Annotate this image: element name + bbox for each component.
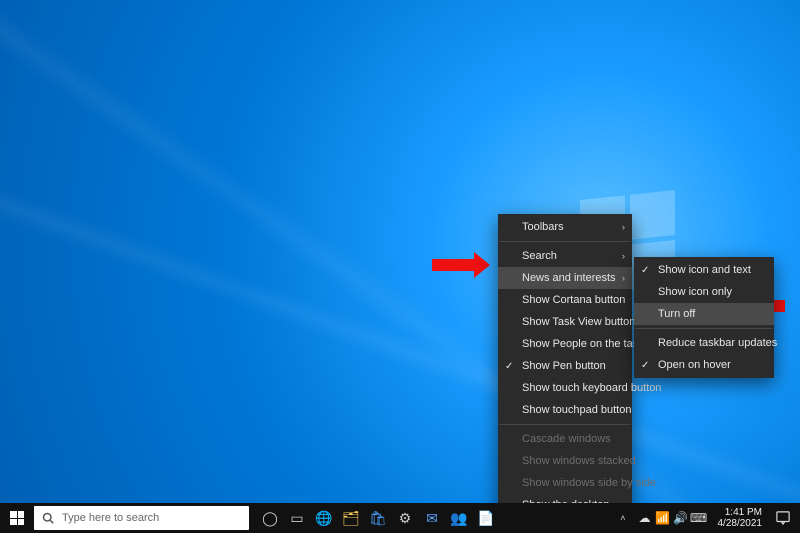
taskbar-app-teams[interactable]: 👥 xyxy=(446,503,472,533)
taskbar-app-mail[interactable]: ✉ xyxy=(419,503,445,533)
desktop-wallpaper: Toolbars › Search › News and interests › Show … xyxy=(0,0,800,533)
check-icon: ✓ xyxy=(505,361,513,372)
search-input[interactable]: Type here to search xyxy=(34,506,249,530)
taskbar-app-cortana[interactable]: ◯ xyxy=(257,503,283,533)
news-interests-submenu[interactable]: ✓ Show icon and text Show icon only Turn of… xyxy=(634,257,774,378)
taskbar-menu-item-show-touchpad-button[interactable]: Show touchpad button xyxy=(498,399,632,421)
news-submenu-item-show-icon-only[interactable]: Show icon only xyxy=(634,281,774,303)
taskbar-menu-item-label: Toolbars xyxy=(522,221,564,233)
chevron-right-icon: › xyxy=(622,222,625,232)
taskbar-menu-item-show-touch-keyboard-button[interactable]: Show touch keyboard button xyxy=(498,377,632,399)
taskbar-menu-item-label: Show windows stacked xyxy=(522,455,636,467)
news-submenu-item-label: Show icon only xyxy=(658,286,732,298)
taskbar-menu-item-label: Show Pen button xyxy=(522,360,606,372)
taskbar-menu-item-show-windows-side-by-side: Show windows side by side xyxy=(498,472,632,494)
check-icon: ✓ xyxy=(641,265,649,276)
taskbar-menu-item-label: Cascade windows xyxy=(522,433,611,445)
news-submenu-item-label: Show icon and text xyxy=(658,264,751,276)
chevron-right-icon: › xyxy=(622,251,625,261)
taskbar-menu-item-cascade-windows: Cascade windows xyxy=(498,428,632,450)
taskbar-menu-item-show-pen-button[interactable]: ✓ Show Pen button xyxy=(498,355,632,377)
taskbar-menu-item-label: News and interests xyxy=(522,272,616,284)
taskbar-menu-item-label: Show windows side by side xyxy=(522,477,656,489)
taskbar-menu-item-show-task-view-button[interactable]: Show Task View button xyxy=(498,311,632,333)
chevron-right-icon: › xyxy=(622,273,625,283)
news-submenu-item-reduce-taskbar-updates[interactable]: Reduce taskbar updates xyxy=(634,332,774,354)
pinned-apps: ◯▭🌐🗂🛍⚙✉👥📄 xyxy=(257,503,499,533)
taskbar-app-settings[interactable]: ⚙ xyxy=(392,503,418,533)
taskbar-menu-item-label: Show touch keyboard button xyxy=(522,382,661,394)
taskbar-menu-item-label: Search xyxy=(522,250,557,262)
taskbar-menu-item-toolbars[interactable]: Toolbars › xyxy=(498,216,632,238)
taskbar: Type here to search ◯▭🌐🗂🛍⚙✉👥📄 ˄ ☁📶🔊⌨ 1:4… xyxy=(0,503,800,533)
tray-overflow-chevron-icon[interactable]: ˄ xyxy=(616,513,629,523)
system-tray: ˄ ☁📶🔊⌨ 1:41 PM 4/28/2021 xyxy=(616,503,800,533)
taskbar-app-store[interactable]: 🛍 xyxy=(365,503,391,533)
notification-icon xyxy=(776,511,790,525)
taskbar-menu-item-news-and-interests[interactable]: News and interests › xyxy=(498,267,632,289)
action-center-button[interactable] xyxy=(772,503,794,533)
taskbar-menu-item-search[interactable]: Search › xyxy=(498,245,632,267)
taskbar-menu-item-show-people-on-the-taskbar[interactable]: Show People on the taskbar xyxy=(498,333,632,355)
taskbar-app-file-explorer[interactable]: 🗂 xyxy=(338,503,364,533)
news-submenu-item-label: Open on hover xyxy=(658,359,731,371)
taskbar-context-menu[interactable]: Toolbars › Search › News and interests › Show … xyxy=(498,214,632,533)
start-button[interactable] xyxy=(0,503,34,533)
tray-network-icon[interactable]: 📶 xyxy=(654,503,672,533)
clock-time: 1:41 PM xyxy=(718,507,763,518)
check-icon: ✓ xyxy=(641,360,649,371)
news-submenu-item-open-on-hover[interactable]: ✓ Open on hover xyxy=(634,354,774,376)
taskbar-app-task-view[interactable]: ▭ xyxy=(284,503,310,533)
search-icon xyxy=(42,512,54,524)
clock-date: 4/28/2021 xyxy=(718,518,763,529)
taskbar-app-edge[interactable]: 🌐 xyxy=(311,503,337,533)
taskbar-app-word[interactable]: 📄 xyxy=(473,503,499,533)
taskbar-menu-item-show-windows-stacked: Show windows stacked xyxy=(498,450,632,472)
tray-onedrive-icon[interactable]: ☁ xyxy=(636,503,654,533)
tray-volume-icon[interactable]: 🔊 xyxy=(672,503,690,533)
taskbar-menu-item-show-cortana-button[interactable]: Show Cortana button xyxy=(498,289,632,311)
taskbar-menu-item-label: Show touchpad button xyxy=(522,404,631,416)
search-placeholder-text: Type here to search xyxy=(62,512,159,524)
arrow-annotation-main xyxy=(432,252,490,278)
news-submenu-item-show-icon-and-text[interactable]: ✓ Show icon and text xyxy=(634,259,774,281)
news-submenu-item-label: Reduce taskbar updates xyxy=(658,337,777,349)
taskbar-menu-separator xyxy=(499,424,631,425)
clock[interactable]: 1:41 PM 4/28/2021 xyxy=(714,507,767,529)
tray-language-icon[interactable]: ⌨ xyxy=(690,503,708,533)
news-submenu-item-turn-off[interactable]: Turn off xyxy=(634,303,774,325)
taskbar-menu-item-label: Show Cortana button xyxy=(522,294,625,306)
windows-start-icon xyxy=(10,511,24,525)
news-submenu-separator xyxy=(635,328,773,329)
news-submenu-item-label: Turn off xyxy=(658,308,695,320)
taskbar-menu-separator xyxy=(499,241,631,242)
taskbar-menu-item-label: Show Task View button xyxy=(522,316,635,328)
